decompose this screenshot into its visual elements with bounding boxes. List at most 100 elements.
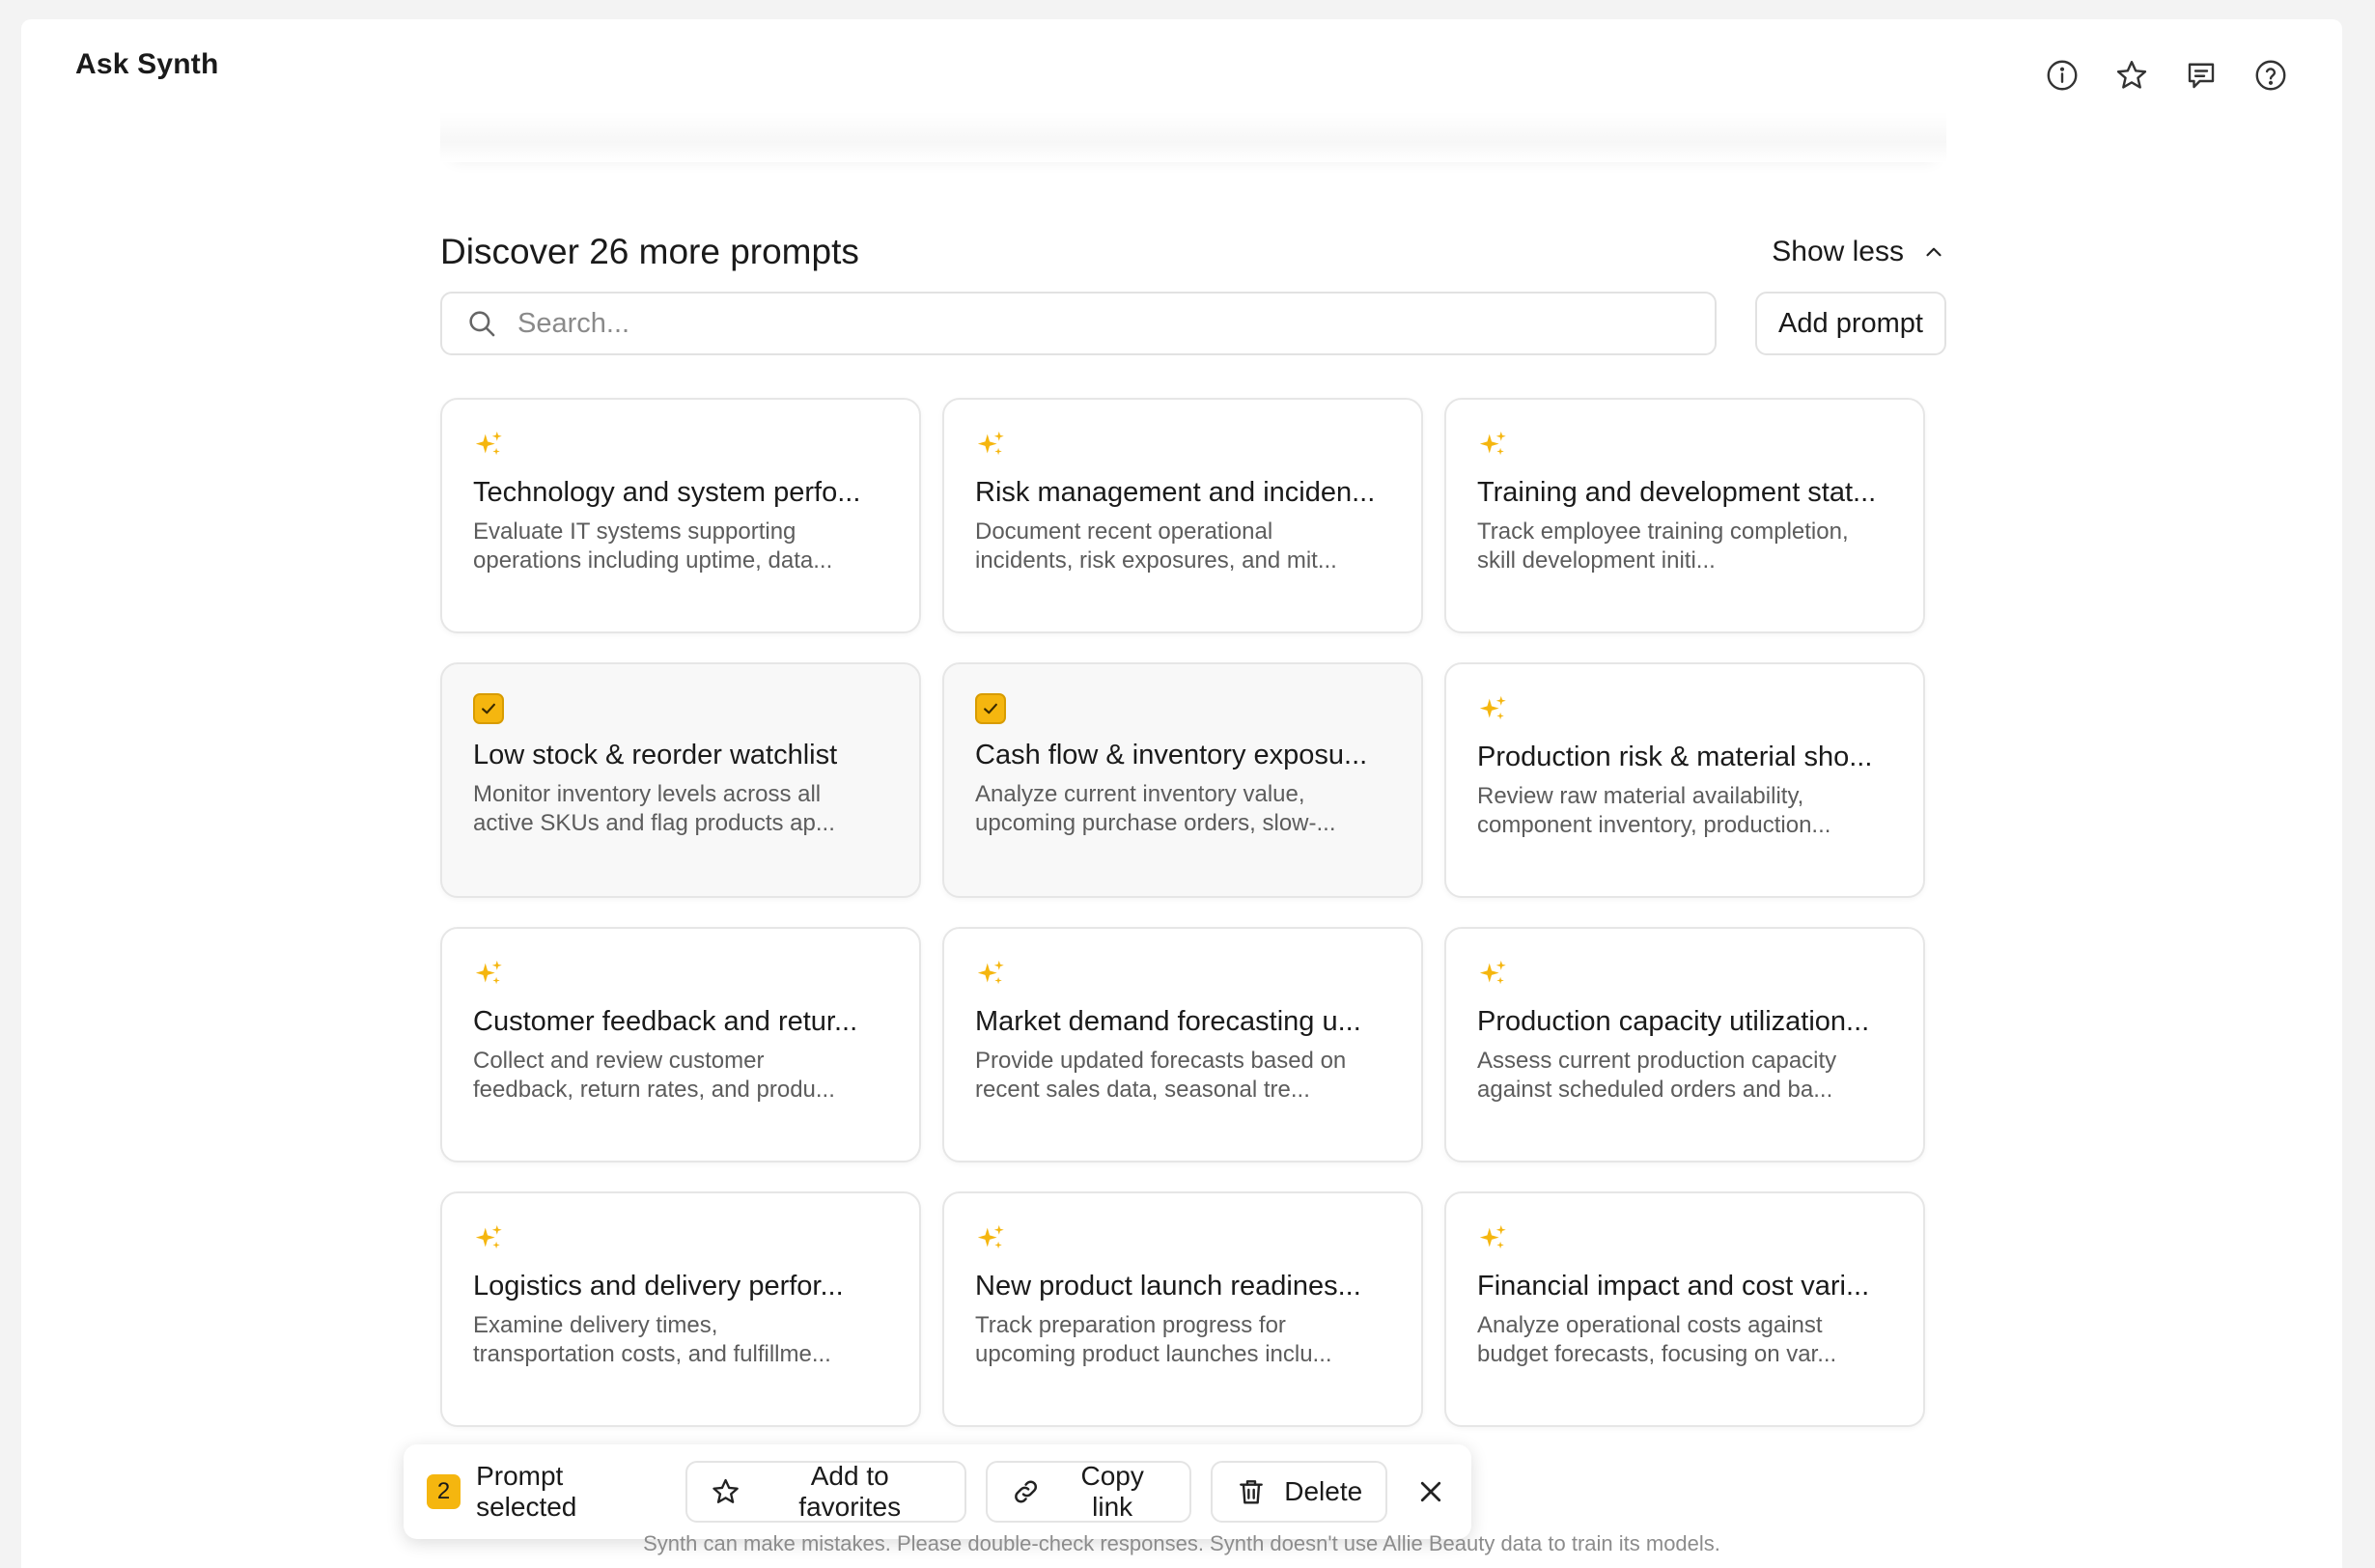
prompt-card[interactable]: Financial impact and cost vari... Analyz… [1444, 1191, 1925, 1427]
search-box [440, 292, 1717, 355]
prompt-card-description-line: Assess current production capacity [1477, 1048, 1837, 1074]
prompt-card-description-line: upcoming product launches inclu... [975, 1341, 1332, 1367]
prompt-card-description: Document recent operational incidents, r… [975, 518, 1390, 575]
prompt-card-description: Track employee training completion, skil… [1477, 518, 1892, 575]
add-prompt-button[interactable]: Add prompt [1755, 292, 1946, 355]
prompt-card-description-line: Track employee training completion, [1477, 518, 1849, 545]
sparkle-icon [975, 1222, 1008, 1255]
prompt-card[interactable]: Production risk & material sho... Review… [1444, 662, 1925, 898]
prompt-card[interactable]: Technology and system perfo... Evaluate … [440, 398, 921, 633]
help-icon[interactable] [2251, 56, 2290, 95]
sparkle-icon [1477, 693, 1510, 726]
search-row: Add prompt [440, 292, 1946, 355]
top-toolbar [2043, 56, 2290, 95]
sparkle-icon [473, 429, 506, 462]
prompt-card-description-line: Review raw material availability, [1477, 783, 1804, 809]
prompt-card-description-line: recent sales data, seasonal tre... [975, 1077, 1310, 1103]
prompt-card-title: Technology and system perfo... [473, 477, 861, 508]
prompt-card-description-line: Evaluate IT systems supporting [473, 518, 796, 545]
sparkle-icon [473, 1222, 506, 1255]
star-icon [712, 1478, 740, 1503]
prompt-card-title: Training and development stat... [1477, 477, 1877, 508]
checkbox-checked-icon[interactable] [473, 693, 504, 724]
selection-action-bar: 2 Prompt selected Add to favorites Copy … [404, 1444, 1471, 1539]
copy-link-button[interactable]: Copy link [986, 1461, 1192, 1523]
sparkle-icon [473, 958, 506, 991]
section-header: Discover 26 more prompts Show less [440, 218, 1946, 286]
prompt-card-description-line: component inventory, production... [1477, 812, 1831, 838]
checkbox-checked-icon[interactable] [975, 693, 1006, 724]
copy-link-label: Copy link [1080, 1461, 1144, 1522]
prompt-card-title: Risk management and inciden... [975, 477, 1376, 508]
close-icon[interactable] [1407, 1468, 1454, 1516]
show-less-label: Show less [1772, 236, 1904, 267]
prompt-card-description-line: Analyze current inventory value, [975, 781, 1305, 807]
prompt-card-description: Collect and review customer feedback, re… [473, 1047, 888, 1105]
prompt-card-description: Examine delivery times, transportation c… [473, 1311, 888, 1369]
prompt-card-description-line: against scheduled orders and ba... [1477, 1077, 1833, 1103]
prompt-card-description: Monitor inventory levels across all acti… [473, 780, 888, 838]
prompt-grid: Technology and system perfo... Evaluate … [440, 398, 1946, 1427]
prompt-card[interactable]: New product launch readines... Track pre… [942, 1191, 1423, 1427]
message-icon[interactable] [2182, 56, 2221, 95]
section-title: Discover 26 more prompts [440, 232, 859, 271]
sparkle-icon [1477, 958, 1510, 991]
prompt-card[interactable]: Market demand forecasting u... Provide u… [942, 927, 1423, 1162]
info-icon[interactable] [2043, 56, 2082, 95]
prompt-card[interactable]: Production capacity utilization... Asses… [1444, 927, 1925, 1162]
prompt-card[interactable]: Customer feedback and retur... Collect a… [440, 927, 921, 1162]
prompt-card-description: Evaluate IT systems supporting operation… [473, 518, 888, 575]
prompt-card-description: Review raw material availability, compon… [1477, 782, 1892, 840]
prompt-card-title: Customer feedback and retur... [473, 1006, 858, 1037]
prompt-card-title: Logistics and delivery perfor... [473, 1271, 844, 1302]
prompt-card-description: Analyze operational costs against budget… [1477, 1311, 1892, 1369]
prompt-card-description-line: Track preparation progress for [975, 1312, 1286, 1338]
app-title: Ask Synth [75, 48, 219, 80]
prompt-card-description: Analyze current inventory value, upcomin… [975, 780, 1390, 838]
app-window: Ask Synth Discover 26 more prompts Show … [21, 19, 2342, 1568]
link-icon [1015, 1480, 1038, 1503]
sparkle-icon [975, 958, 1008, 991]
sparkle-icon [1477, 1222, 1510, 1255]
show-less-toggle[interactable]: Show less [1772, 236, 1946, 268]
prompt-card-title: Cash flow & inventory exposu... [975, 740, 1368, 770]
prompt-card-description: Provide updated forecasts based on recen… [975, 1047, 1390, 1105]
prompt-card-description-line: skill development initi... [1477, 547, 1716, 574]
prompt-card-title: New product launch readines... [975, 1271, 1361, 1302]
prompt-card[interactable]: Low stock & reorder watchlist Monitor in… [440, 662, 921, 898]
search-input[interactable] [517, 307, 1676, 340]
sparkle-icon [975, 429, 1008, 462]
prompt-card-description-line: incidents, risk exposures, and mit... [975, 547, 1337, 574]
prompt-card[interactable]: Cash flow & inventory exposu... Analyze … [942, 662, 1423, 898]
prompt-card-description-line: Provide updated forecasts based on [975, 1048, 1347, 1074]
prompt-card-description-line: Monitor inventory levels across all [473, 781, 822, 807]
prompt-card-title: Production risk & material sho... [1477, 742, 1873, 772]
trash-icon [1240, 1480, 1264, 1504]
prompt-card-description-line: upcoming purchase orders, slow-... [975, 810, 1336, 836]
prompt-card-description: Assess current production capacity again… [1477, 1047, 1892, 1105]
delete-button[interactable]: Delete [1211, 1461, 1388, 1523]
selection-count-label: Prompt selected [476, 1461, 577, 1522]
delete-label: Delete [1284, 1476, 1363, 1506]
chevron-up-icon [1926, 247, 1942, 257]
prompt-card-description-line: Document recent operational [975, 518, 1273, 545]
prompt-card-description-line: Examine delivery times, [473, 1312, 718, 1338]
prompt-card-title: Low stock & reorder watchlist [473, 740, 838, 770]
prompt-card-description: Track preparation progress for upcoming … [975, 1311, 1390, 1369]
prompt-card[interactable]: Training and development stat... Track e… [1444, 398, 1925, 633]
sparkle-icon [1477, 429, 1510, 462]
add-to-favorites-button[interactable]: Add to favorites [685, 1461, 966, 1523]
prompt-card-description-line: budget forecasts, focusing on var... [1477, 1341, 1837, 1367]
prompt-card[interactable]: Logistics and delivery perfor... Examine… [440, 1191, 921, 1427]
prompt-card-title: Market demand forecasting u... [975, 1006, 1361, 1037]
prompt-card-description-line: transportation costs, and fulfillme... [473, 1341, 831, 1367]
prompt-card[interactable]: Risk management and inciden... Document … [942, 398, 1423, 633]
add-to-favorites-label: Add to favorites [798, 1461, 902, 1522]
chat-area-fade [440, 112, 1946, 162]
disclaimer-text: Synth can make mistakes. Please double-c… [643, 1531, 1720, 1555]
prompt-card-description-line: feedback, return rates, and produ... [473, 1077, 835, 1103]
selection-count-badge: 2 [427, 1474, 461, 1509]
search-icon [469, 311, 495, 337]
selection-count: 2 Prompt selected [427, 1461, 666, 1523]
star-icon[interactable] [2112, 56, 2151, 95]
